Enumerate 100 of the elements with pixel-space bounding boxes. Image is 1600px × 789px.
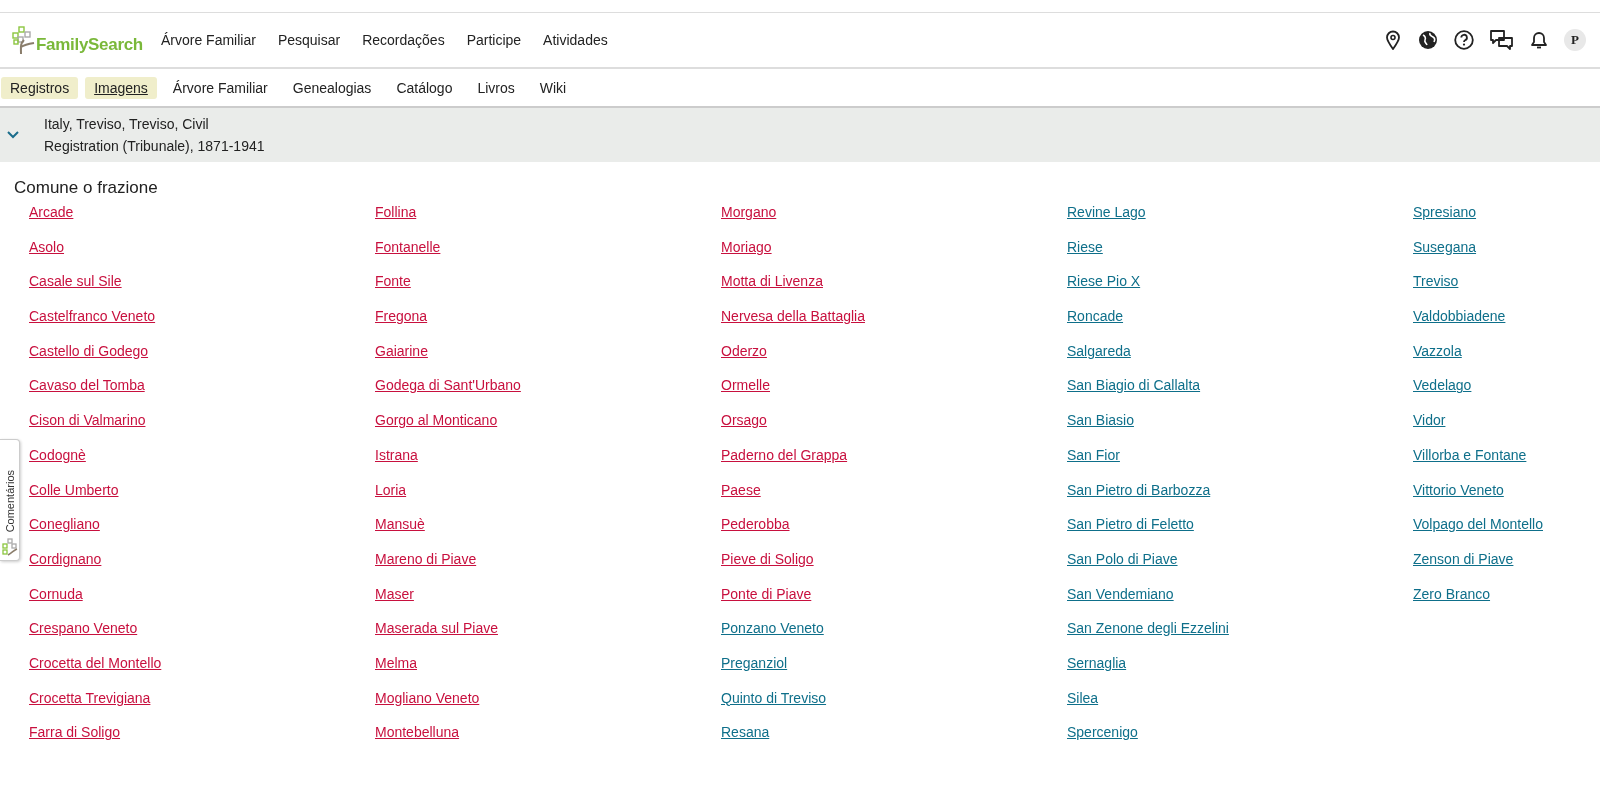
place-link[interactable]: Vittorio Veneto [1413, 480, 1504, 499]
place-link[interactable]: Vedelago [1413, 376, 1472, 395]
section-tab[interactable]: Genealogias [283, 76, 381, 99]
place-link[interactable]: Loria [375, 480, 407, 499]
tree-logo-icon [12, 25, 36, 55]
section-tab[interactable]: Catálogo [387, 76, 462, 99]
place-link[interactable]: Sernaglia [1067, 653, 1127, 672]
place-link[interactable]: Cison di Valmarino [29, 411, 146, 430]
nav-link[interactable]: Participe [466, 32, 522, 48]
place-link[interactable]: Preganziol [721, 653, 788, 672]
place-link[interactable]: Vazzola [1413, 341, 1462, 360]
place-link[interactable]: Fontanelle [375, 237, 441, 256]
place-link[interactable]: Motta di Livenza [721, 272, 823, 291]
place-link[interactable]: Istrana [375, 445, 418, 464]
place-link[interactable]: Colle Umberto [29, 480, 119, 499]
place-link[interactable]: Villorba e Fontane [1413, 445, 1527, 464]
place-link[interactable]: Ormelle [721, 376, 770, 395]
place-link[interactable]: San Biasio [1067, 411, 1134, 430]
place-link[interactable]: Crocetta Trevigiana [29, 688, 151, 707]
place-link[interactable]: Zenson di Piave [1413, 549, 1514, 568]
nav-link[interactable]: Recordações [362, 32, 445, 48]
place-link[interactable]: Melma [375, 653, 417, 672]
place-link[interactable]: San Fior [1067, 445, 1120, 464]
place-link[interactable]: San Vendemiano [1067, 584, 1174, 603]
place-link[interactable]: Mansuè [375, 515, 425, 534]
place-link[interactable]: Crocetta del Montello [29, 653, 162, 672]
place-link[interactable]: San Zenone degli Ezzelini [1067, 619, 1229, 638]
avatar[interactable]: P [1564, 29, 1586, 51]
chat-icon[interactable] [1490, 30, 1514, 50]
chevron-icon[interactable] [6, 130, 20, 140]
place-link[interactable]: Ponte di Piave [721, 584, 812, 603]
feedback-tab[interactable]: Comentários [0, 439, 20, 561]
place-link[interactable]: Susegana [1413, 237, 1477, 256]
place-link[interactable]: Riese Pio X [1067, 272, 1141, 291]
place-link[interactable]: Maserada sul Piave [375, 619, 498, 638]
place-link[interactable]: Oderzo [721, 341, 767, 360]
place-link[interactable]: Codognè [29, 445, 86, 464]
tree-logo-icon [1, 536, 18, 556]
section-tab[interactable]: Árvore Familiar [163, 76, 277, 99]
place-link[interactable]: San Pietro di Barbozza [1067, 480, 1211, 499]
place-link[interactable]: Vidor [1413, 411, 1446, 430]
place-link[interactable]: Cornuda [29, 584, 83, 603]
place-link[interactable]: Conegliano [29, 515, 100, 534]
place-link[interactable]: Mareno di Piave [375, 549, 477, 568]
place-link[interactable]: Morgano [721, 203, 777, 221]
place-link[interactable]: Volpago del Montello [1413, 515, 1543, 534]
place-link[interactable]: Castello di Godego [29, 341, 149, 360]
place-link[interactable]: Cavaso del Tomba [29, 376, 145, 395]
nav-link[interactable]: Atividades [543, 32, 608, 48]
place-link[interactable]: Treviso [1413, 272, 1459, 291]
place-link[interactable]: Godega di Sant'Urbano [375, 376, 521, 395]
place-link[interactable]: Mogliano Veneto [375, 688, 480, 707]
place-link[interactable]: Arcade [29, 203, 74, 221]
place-link[interactable]: Casale sul Sile [29, 272, 122, 291]
place-link[interactable]: Revine Lago [1067, 203, 1146, 221]
nav-link[interactable]: Pesquisar [277, 32, 341, 48]
place-link[interactable]: Farra di Soligo [29, 723, 121, 742]
help-icon[interactable] [1454, 30, 1474, 50]
place-link[interactable]: Montebelluna [375, 723, 460, 742]
collection-title: Registration (Tribunale), 1871-1941 [44, 137, 265, 156]
place-link[interactable]: Salgareda [1067, 341, 1131, 360]
place-link[interactable]: Crespano Veneto [29, 619, 138, 638]
place-link[interactable]: Gaiarine [375, 341, 428, 360]
place-link[interactable]: Fregona [375, 307, 428, 326]
place-link[interactable]: Moriago [721, 237, 772, 256]
place-link[interactable]: Paese [721, 480, 761, 499]
place-link[interactable]: Pederobba [721, 515, 790, 534]
place-link[interactable]: Pieve di Soligo [721, 549, 814, 568]
collection-title: Italy, Treviso, Treviso, Civil [44, 115, 209, 134]
place-link[interactable]: Maser [375, 584, 414, 603]
place-link[interactable]: Zero Branco [1413, 584, 1491, 603]
place-link[interactable]: Paderno del Grappa [721, 445, 848, 464]
place-link[interactable]: Spercenigo [1067, 723, 1138, 742]
section-tab[interactable]: Wiki [530, 76, 576, 99]
bell-icon[interactable] [1530, 30, 1548, 50]
place-link[interactable]: Asolo [29, 237, 65, 256]
section-tab[interactable]: Imagens [85, 76, 157, 99]
place-link[interactable]: Cordignano [29, 549, 102, 568]
place-link[interactable]: San Pietro di Feletto [1067, 515, 1194, 534]
place-link[interactable]: Quinto di Treviso [721, 688, 827, 707]
place-link[interactable]: Fonte [375, 272, 411, 291]
place-link[interactable]: Riese [1067, 237, 1103, 256]
place-link[interactable]: Valdobbiadene [1413, 307, 1506, 326]
place-link[interactable]: Castelfranco Veneto [29, 307, 156, 326]
place-link[interactable]: Ponzano Veneto [721, 619, 824, 638]
location-pin-icon[interactable] [1384, 30, 1402, 50]
place-link[interactable]: Nervesa della Battaglia [721, 307, 865, 326]
place-link[interactable]: Follina [375, 203, 417, 221]
place-link[interactable]: Roncade [1067, 307, 1124, 326]
place-link[interactable]: Resana [721, 723, 770, 742]
globe-icon[interactable] [1418, 30, 1438, 50]
place-link[interactable]: San Polo di Piave [1067, 549, 1178, 568]
section-tab[interactable]: Livros [468, 76, 524, 99]
place-link[interactable]: Orsago [721, 411, 767, 430]
place-link[interactable]: San Biagio di Callalta [1067, 376, 1201, 395]
section-tab[interactable]: Registros [1, 76, 79, 99]
place-link[interactable]: Gorgo al Monticano [375, 411, 498, 430]
nav-link[interactable]: Árvore Familiar [160, 32, 256, 48]
place-link[interactable]: Spresiano [1413, 203, 1477, 221]
place-link[interactable]: Silea [1067, 688, 1099, 707]
